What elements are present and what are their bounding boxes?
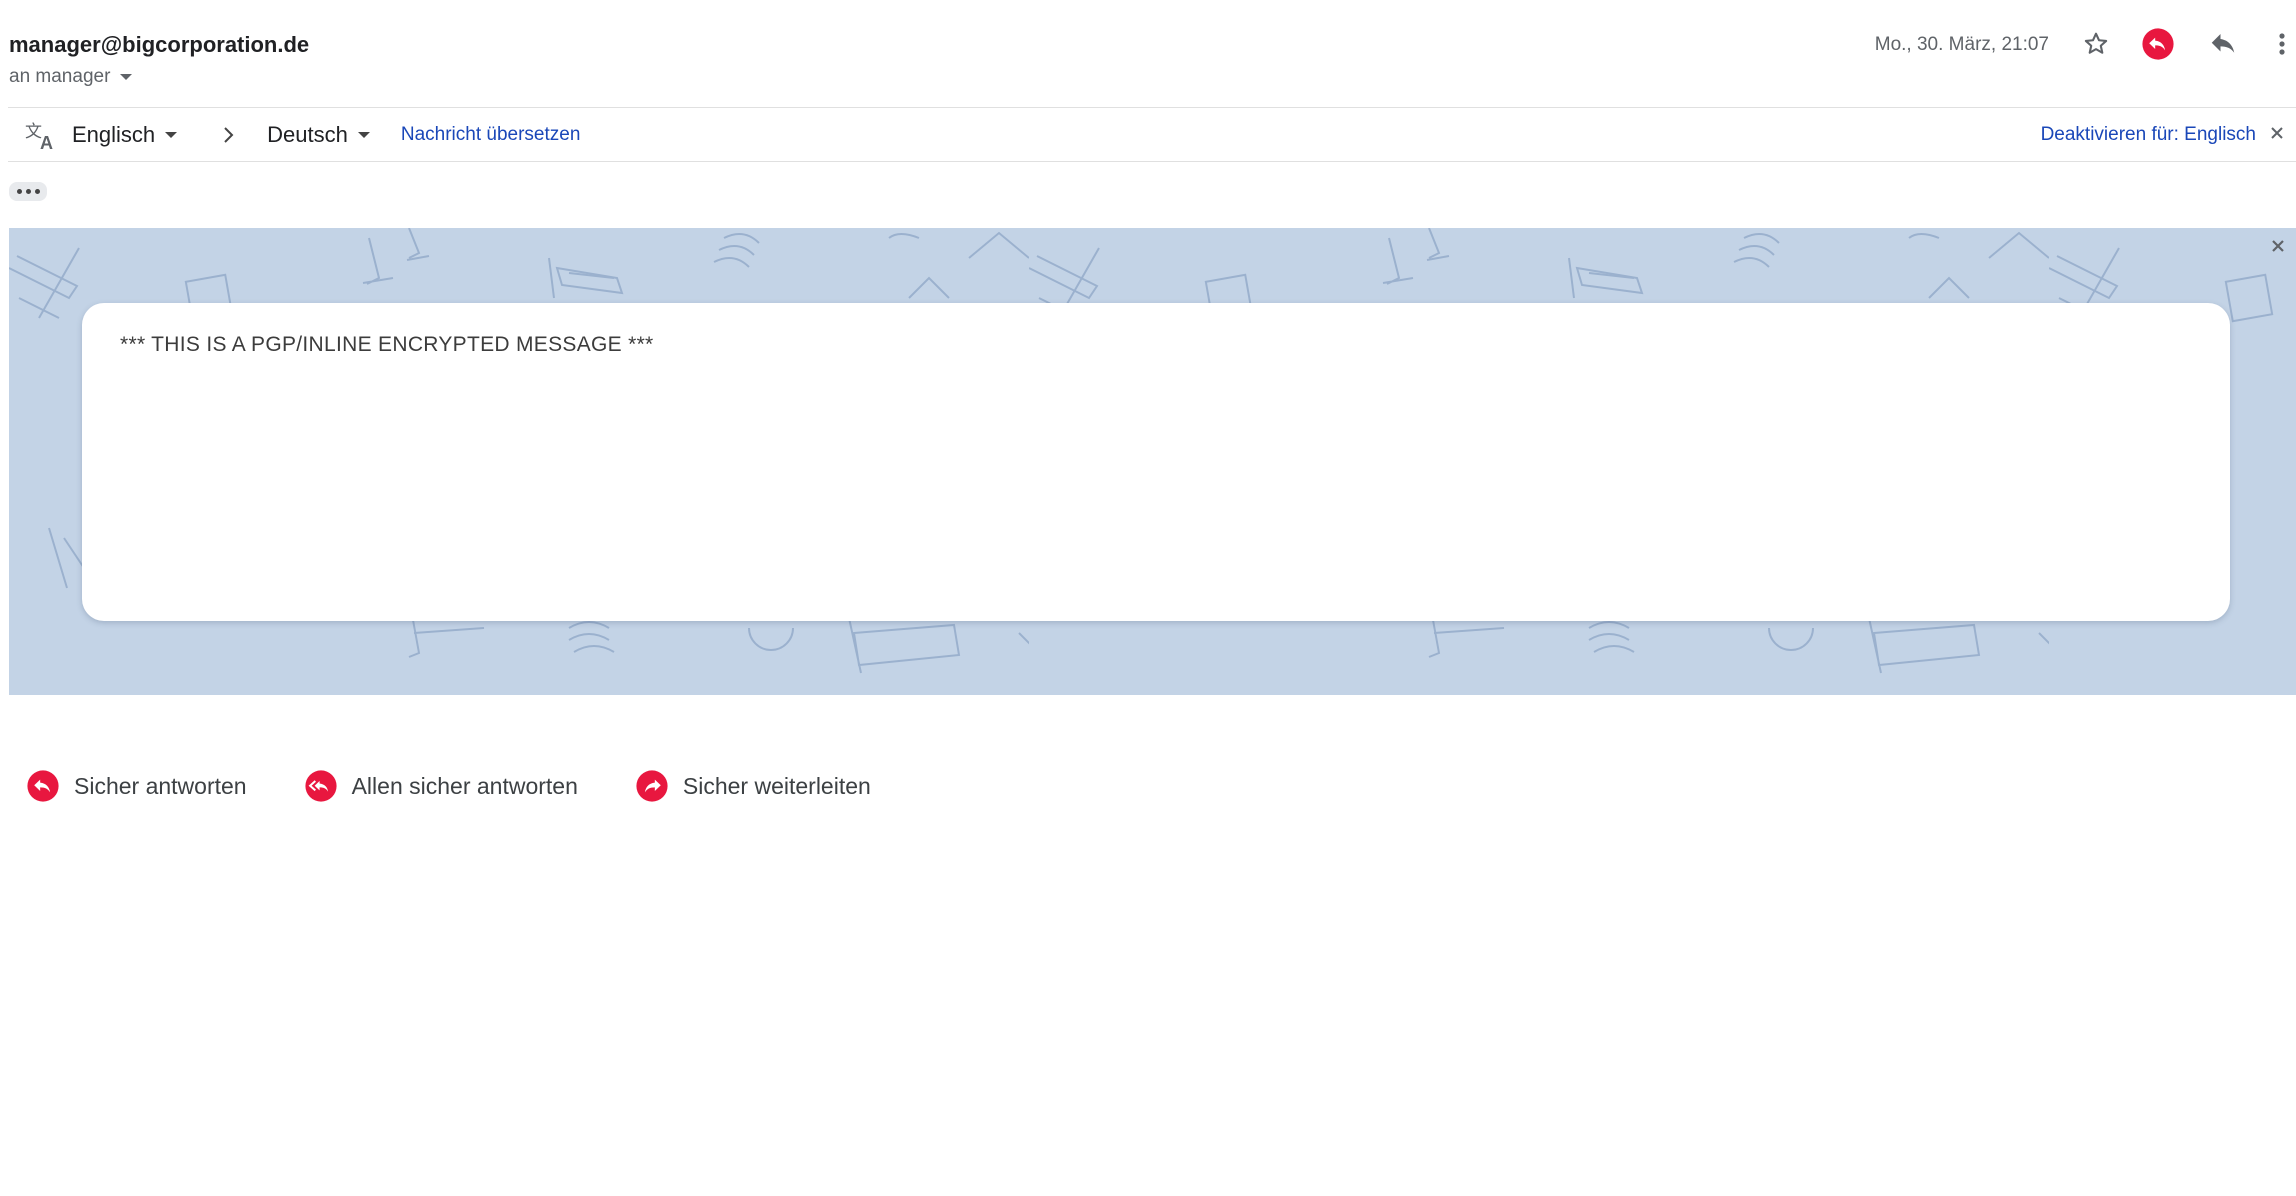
translate-message-link[interactable]: Nachricht übersetzen [401, 124, 581, 146]
reply-icon[interactable] [2203, 24, 2243, 64]
target-language-label: Deutsch [267, 122, 348, 147]
encrypted-message-card: *** THIS IS A PGP/INLINE ENCRYPTED MESSA… [82, 303, 2230, 621]
star-icon[interactable] [2076, 24, 2116, 64]
secure-actions-bar: Sicher antworten Allen sicher antworten … [9, 758, 911, 814]
secure-reply-label: Sicher antworten [74, 772, 247, 799]
reply-icon [26, 769, 60, 803]
secure-forward-button[interactable]: Sicher weiterleiten [617, 758, 895, 814]
secure-reply-button[interactable]: Sicher antworten [9, 758, 271, 814]
secure-forward-label: Sicher weiterleiten [682, 772, 871, 799]
reply-all-icon [304, 769, 338, 803]
target-language-select[interactable]: Deutsch [267, 122, 370, 148]
close-icon[interactable] [2270, 124, 2284, 146]
caret-down-icon [120, 74, 133, 80]
more-vert-icon[interactable] [2268, 24, 2296, 64]
source-language-select[interactable]: Englisch [72, 122, 178, 148]
svg-text:A: A [40, 133, 53, 152]
chevron-right-icon [217, 124, 239, 146]
encrypted-message-frame: *** THIS IS A PGP/INLINE ENCRYPTED MESSA… [9, 228, 2296, 695]
source-language-label: Englisch [72, 122, 156, 147]
sender-email: manager@bigcorporation.de [9, 32, 310, 57]
encrypted-message-text: *** THIS IS A PGP/INLINE ENCRYPTED MESSA… [120, 333, 654, 356]
show-trimmed-content-button[interactable] [9, 182, 47, 201]
deactivate-translation-link[interactable]: Deaktivieren für: Englisch [2041, 124, 2256, 146]
caret-down-icon [165, 132, 178, 138]
secure-reply-all-label: Allen sicher antworten [351, 772, 578, 799]
recipient-dropdown[interactable]: an manager [9, 66, 133, 88]
secure-reply-all-button[interactable]: Allen sicher antworten [286, 758, 602, 814]
forward-icon [635, 769, 669, 803]
header-divider [8, 107, 2296, 108]
translate-bar: 文 A Englisch Deutsch Nachricht übersetze… [8, 109, 2296, 161]
close-frame-icon[interactable] [2264, 232, 2292, 260]
recipient-label: an manager [9, 66, 111, 87]
caret-down-icon [357, 132, 370, 138]
secure-reply-icon[interactable] [2138, 24, 2178, 64]
translate-icon: 文 A [24, 118, 58, 153]
translate-divider [8, 161, 2296, 162]
message-date: Mo., 30. März, 21:07 [1874, 34, 2049, 55]
